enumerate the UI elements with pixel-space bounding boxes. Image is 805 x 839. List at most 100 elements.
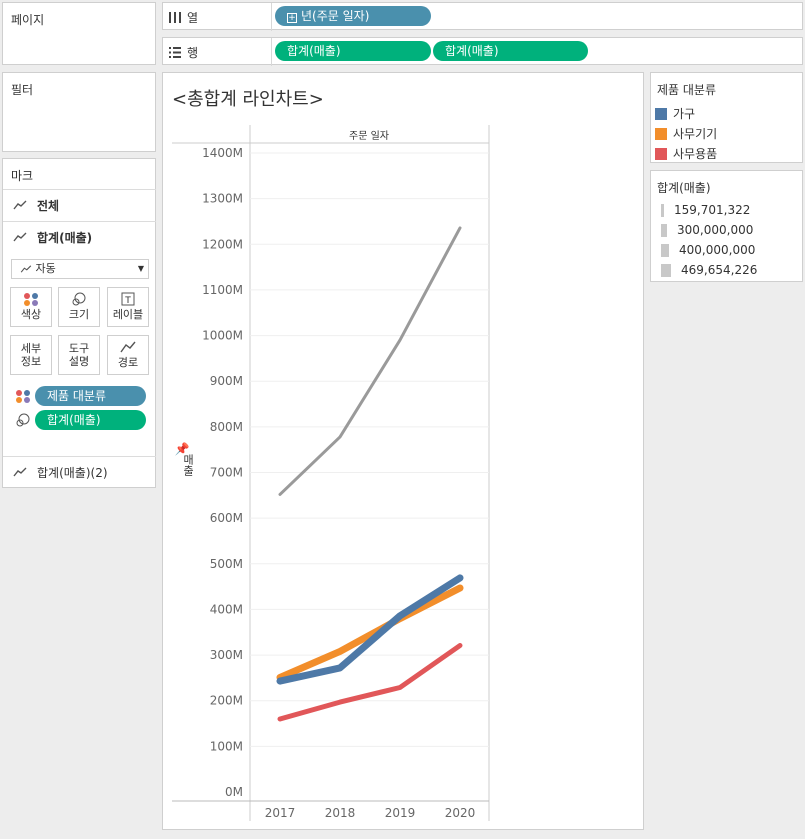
color-button-label: 색상: [20, 308, 42, 321]
filters-title: 필터: [11, 83, 34, 97]
path-icon: [120, 341, 136, 353]
size-button-label: 크기: [68, 308, 90, 321]
color-legend-item[interactable]: 사무용품: [655, 145, 717, 162]
rows-icon: [169, 47, 181, 58]
color-legend-label: 사무용품: [673, 147, 718, 161]
y-tick-label: 600M: [210, 511, 243, 525]
marks-card-sum2-label: 합계(매출)(2): [37, 465, 108, 480]
color-dots-icon: [24, 293, 38, 306]
marks-card-sum[interactable]: 합계(매출): [3, 221, 156, 252]
x-tick-label: 2019: [385, 806, 416, 820]
size-icon: [72, 292, 86, 306]
detail-button[interactable]: 세부 정보: [10, 335, 52, 375]
rows-label-text: 행: [187, 46, 199, 60]
line-mark-icon: [20, 265, 32, 273]
y-tick-label: 200M: [210, 694, 243, 708]
marks-panel: 마크 전체 합계(매출) 자동 ▼ 색상 크기 T 레이블 세부 정보 도구 설…: [2, 158, 156, 488]
shelf-divider: [271, 3, 272, 31]
size-legend-label: 300,000,000: [677, 223, 754, 237]
rows-shelf-label: 행: [169, 44, 198, 61]
mark-pill-color[interactable]: 제품 대분류: [35, 386, 146, 406]
size-button[interactable]: 크기: [58, 287, 100, 327]
y-tick-label: 400M: [210, 602, 243, 616]
size-swatch: [661, 263, 671, 277]
rows-shelf[interactable]: 행 합계(매출) 합계(매출): [162, 37, 803, 66]
columns-pill-year[interactable]: + 년(주문 일자): [275, 6, 431, 26]
size-legend-item[interactable]: 400,000,000: [661, 243, 755, 257]
tooltip-button[interactable]: 도구 설명: [58, 335, 100, 375]
x-tick-label: 2017: [265, 806, 296, 820]
y-tick-label: 300M: [210, 648, 243, 662]
series-line: [277, 643, 463, 722]
y-tick-label: 500M: [210, 557, 243, 571]
chart-title: <총합계 라인차트>: [172, 89, 324, 110]
path-button-label: 경로: [117, 356, 139, 369]
tooltip-button-label: 도구 설명: [68, 342, 90, 368]
series-line: [278, 226, 462, 496]
columns-shelf-label: 열: [169, 9, 198, 26]
svg-text:T: T: [124, 296, 131, 306]
marks-card-all-label: 전체: [37, 198, 60, 213]
y-tick-label: 1400M: [202, 146, 243, 160]
y-tick-label: 700M: [210, 466, 243, 480]
y-tick-label: 100M: [210, 739, 243, 753]
rows-pill-sum-1[interactable]: 합계(매출): [275, 41, 431, 61]
columns-pill-year-label: 년(주문 일자): [301, 9, 370, 23]
shelf-divider: [271, 38, 272, 66]
y-tick-label: 1000M: [202, 329, 243, 343]
detail-button-label: 세부 정보: [20, 342, 42, 368]
y-axis-title-group: 📌 매출: [175, 441, 195, 476]
line-mark-icon: [13, 200, 27, 210]
pages-title: 페이지: [11, 13, 45, 27]
columns-icon: [169, 12, 181, 23]
text-label-icon: T: [121, 292, 135, 306]
y-axis-title: 매출: [182, 454, 195, 476]
column-header: 주문 일자: [349, 130, 389, 142]
size-legend-title: 합계(매출): [657, 181, 711, 195]
color-legend-item[interactable]: 가구: [655, 105, 695, 122]
columns-label-text: 열: [187, 11, 199, 25]
x-tick-label: 2018: [325, 806, 356, 820]
y-tick-label: 0M: [225, 785, 243, 799]
size-legend-label: 159,701,322: [674, 203, 751, 217]
x-tick-label: 2020: [445, 806, 476, 820]
rows-pill-sum-2[interactable]: 합계(매출): [433, 41, 588, 61]
size-legend-item[interactable]: 159,701,322: [661, 203, 750, 217]
marks-card-sum-label: 합계(매출): [37, 230, 93, 245]
chevron-down-icon: ▼: [137, 264, 144, 273]
view-canvas[interactable]: <총합계 라인차트> 주문 일자 0M 100M 200M 300M 400M 500M 6…: [162, 72, 644, 830]
pages-panel[interactable]: 페이지: [2, 2, 156, 65]
y-tick-label: 1300M: [202, 192, 243, 206]
color-legend-item[interactable]: 사무기기: [655, 125, 717, 142]
size-swatch: [661, 223, 667, 237]
color-legend-title: 제품 대분류: [657, 83, 717, 97]
color-button[interactable]: 색상: [10, 287, 52, 327]
marks-card-all[interactable]: 전체: [3, 189, 156, 220]
y-tick-label: 900M: [210, 374, 243, 388]
path-button[interactable]: 경로: [107, 335, 149, 375]
color-legend[interactable]: 제품 대분류 가구사무기기사무용품: [650, 72, 803, 163]
color-legend-label: 가구: [673, 107, 696, 121]
line-chart: <총합계 라인차트> 주문 일자 0M 100M 200M 300M 400M 500M 6…: [172, 89, 490, 821]
mark-type-dropdown[interactable]: 자동 ▼: [11, 259, 149, 279]
color-swatch: [655, 147, 667, 160]
tableau-workspace: 페이지 필터 마크 전체 합계(매출) 자동 ▼ 색상 크기 T 레이블 세부 …: [0, 0, 805, 839]
size-swatch: [661, 243, 669, 257]
y-tick-label: 1100M: [202, 283, 243, 297]
marks-card-sum2[interactable]: 합계(매출)(2): [3, 456, 156, 487]
color-legend-label: 사무기기: [673, 127, 718, 141]
mark-type-value: 자동: [35, 262, 56, 275]
size-legend-item[interactable]: 469,654,226: [661, 263, 757, 277]
label-button[interactable]: T 레이블: [107, 287, 149, 327]
marks-title: 마크: [11, 169, 34, 183]
mark-pill-size[interactable]: 합계(매출): [35, 410, 146, 430]
size-legend[interactable]: 합계(매출) 159,701,322 300,000,000 400,000,000…: [650, 170, 803, 282]
size-icon: [16, 413, 30, 427]
size-legend-item[interactable]: 300,000,000: [661, 223, 753, 237]
columns-shelf[interactable]: 열 + 년(주문 일자): [162, 2, 803, 31]
line-mark-icon: [13, 467, 27, 477]
color-swatch: [655, 127, 667, 140]
size-legend-label: 469,654,226: [681, 263, 758, 277]
filters-panel[interactable]: 필터: [2, 72, 156, 152]
size-swatch: [661, 203, 664, 217]
